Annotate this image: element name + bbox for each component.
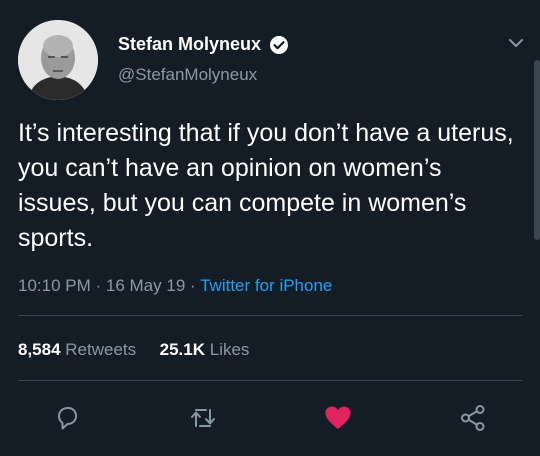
divider [18, 380, 522, 381]
avatar[interactable] [18, 20, 98, 100]
retweet-icon [191, 409, 215, 427]
reply-button[interactable] [51, 402, 83, 434]
action-bar [0, 396, 540, 440]
retweets-count: 8,584 [18, 340, 61, 359]
retweet-button[interactable] [187, 402, 219, 434]
likes-stat[interactable]: 25.1K Likes [160, 340, 250, 359]
avatar-photo [18, 20, 98, 100]
tweet-stats: 8,584 Retweets 25.1K Likes [18, 340, 249, 360]
scrollbar[interactable] [534, 60, 540, 240]
like-icon [325, 406, 351, 429]
tweet-time: 10:10 PM [18, 276, 91, 295]
verified-badge-icon [269, 35, 289, 55]
likes-count: 25.1K [159, 340, 205, 359]
tweet-source-link[interactable]: Twitter for iPhone [200, 276, 332, 295]
chevron-down-icon[interactable] [505, 32, 527, 54]
tweet-text: It’s interesting that if you don’t have … [18, 119, 514, 252]
like-button[interactable] [322, 402, 354, 434]
reply-icon [58, 407, 77, 430]
tweet-date: 16 May 19 [105, 276, 186, 295]
retweets-stat[interactable]: 8,584 Retweets [18, 340, 141, 359]
share-button[interactable] [457, 402, 489, 434]
meta-separator: · [95, 276, 106, 295]
likes-label: Likes [209, 340, 250, 359]
share-icon [461, 405, 485, 431]
divider [18, 315, 522, 316]
tweet-card: Stefan Molyneux @StefanMolyneux It’s int… [0, 0, 540, 456]
retweets-label: Retweets [65, 340, 137, 359]
meta-separator: · [190, 276, 201, 295]
author-name-row[interactable]: Stefan Molyneux [118, 34, 289, 55]
user-handle[interactable]: @StefanMolyneux [118, 65, 257, 85]
display-name[interactable]: Stefan Molyneux [118, 34, 261, 55]
tweet-meta: 10:10 PM · 16 May 19 · Twitter for iPhon… [18, 276, 332, 296]
